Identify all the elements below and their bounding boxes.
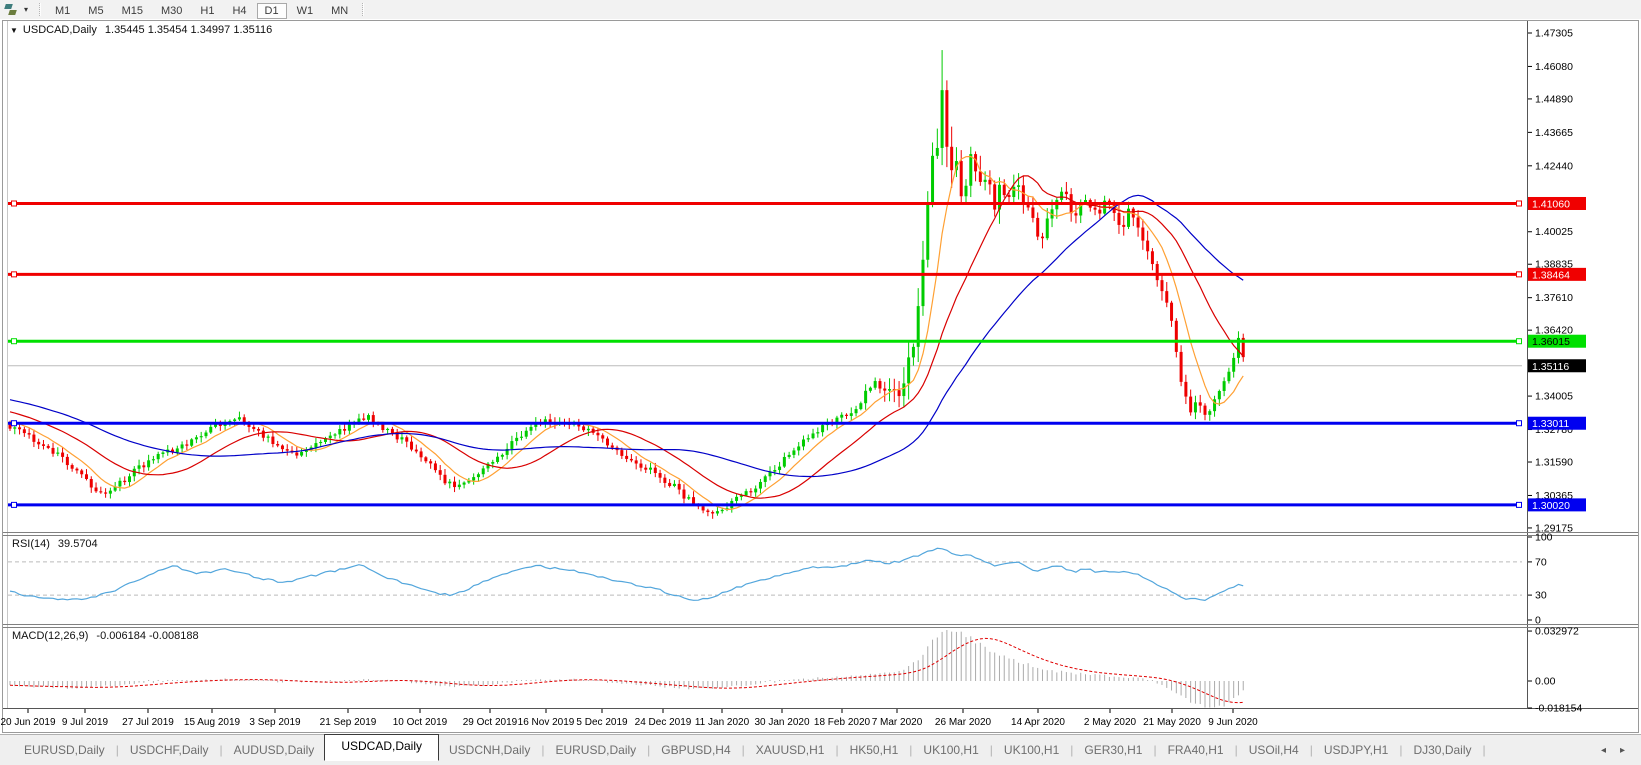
tab-hk50-h1[interactable]: HK50,H1 (840, 741, 909, 759)
tab-separator: | (1070, 743, 1074, 757)
tab-audusd-daily[interactable]: AUDUSD,Daily (224, 741, 325, 759)
chart-window-frame (0, 19, 1641, 734)
chart-tab-bar: EURUSD,Daily | USDCHF,Daily | AUDUSD,Daily US… (0, 733, 1641, 765)
svg-text:1.38464: 1.38464 (1532, 269, 1570, 281)
svg-text:7 Mar 2020: 7 Mar 2020 (872, 717, 923, 728)
tab-scroll-arrows: ◂ ▸ (1601, 745, 1625, 756)
svg-text:20 Jun 2019: 20 Jun 2019 (0, 717, 55, 728)
tab-dj30-daily[interactable]: DJ30,Daily (1403, 741, 1481, 759)
tab-separator: | (115, 743, 119, 757)
svg-text:15 Aug 2019: 15 Aug 2019 (184, 717, 241, 728)
svg-text:1.31590: 1.31590 (1535, 457, 1573, 469)
svg-text:16 Nov 2019: 16 Nov 2019 (518, 717, 575, 728)
tab-separator: | (1153, 743, 1157, 757)
svg-text:1.34005: 1.34005 (1535, 391, 1573, 403)
svg-text:-0.018154: -0.018154 (1535, 703, 1582, 715)
svg-text:5 Dec 2019: 5 Dec 2019 (576, 717, 628, 728)
svg-text:1.30020: 1.30020 (1532, 500, 1570, 512)
chart-tabs: EURUSD,Daily | USDCHF,Daily | AUDUSD,Daily US… (14, 733, 1487, 764)
tab-separator: | (1399, 743, 1403, 757)
svg-text:21 Sep 2019: 21 Sep 2019 (320, 717, 377, 728)
svg-text:30 Jan 2020: 30 Jan 2020 (754, 717, 809, 728)
tab-usdcad-daily[interactable]: USDCAD,Daily (324, 733, 439, 761)
svg-text:0.032972: 0.032972 (1535, 626, 1579, 638)
tab-separator: | (647, 743, 651, 757)
svg-text:30: 30 (1535, 590, 1547, 602)
svg-text:1.35116: 1.35116 (1532, 361, 1569, 373)
svg-text:9 Jun 2020: 9 Jun 2020 (1208, 717, 1258, 728)
svg-text:0.00: 0.00 (1535, 676, 1556, 688)
tab-usoil-h4[interactable]: USOil,H4 (1239, 741, 1309, 759)
tab-eurusd-daily[interactable]: EURUSD,Daily (14, 741, 115, 759)
svg-text:100: 100 (1535, 532, 1553, 544)
tab-separator: | (741, 743, 745, 757)
svg-text:1.44890: 1.44890 (1535, 93, 1573, 105)
tab-scroll-left-icon[interactable]: ◂ (1601, 745, 1606, 756)
tab-usdcnh-daily[interactable]: USDCNH,Daily (439, 741, 540, 759)
tab-scroll-right-icon[interactable]: ▸ (1620, 745, 1625, 756)
tab-separator: | (1482, 743, 1486, 757)
tab-uk100-h1[interactable]: UK100,H1 (913, 741, 988, 759)
tab-uk100-h1[interactable]: UK100,H1 (994, 741, 1069, 759)
svg-text:26 Mar 2020: 26 Mar 2020 (935, 717, 992, 728)
svg-text:27 Jul 2019: 27 Jul 2019 (122, 717, 174, 728)
tab-separator: | (1234, 743, 1238, 757)
svg-text:1.40025: 1.40025 (1535, 226, 1573, 238)
svg-text:70: 70 (1535, 556, 1547, 568)
tab-separator: | (1309, 743, 1313, 757)
svg-text:1.47305: 1.47305 (1535, 28, 1573, 40)
svg-text:1.37610: 1.37610 (1535, 292, 1573, 304)
tab-separator: | (541, 743, 545, 757)
svg-text:21 May 2020: 21 May 2020 (1143, 717, 1201, 728)
svg-text:10 Oct 2019: 10 Oct 2019 (393, 717, 448, 728)
svg-text:14 Apr 2020: 14 Apr 2020 (1011, 717, 1065, 728)
tab-separator: | (909, 743, 913, 757)
tab-ger30-h1[interactable]: GER30,H1 (1074, 741, 1152, 759)
tab-fra40-h1[interactable]: FRA40,H1 (1158, 741, 1234, 759)
svg-text:2 May 2020: 2 May 2020 (1084, 717, 1137, 728)
chart-canvas[interactable]: 1.47305 1.46080 1.44890 1.43665 1.42440 1.400… (0, 0, 1641, 765)
svg-text:1.33011: 1.33011 (1532, 418, 1569, 430)
svg-text:9 Jul 2019: 9 Jul 2019 (62, 717, 109, 728)
svg-text:24 Dec 2019: 24 Dec 2019 (635, 717, 692, 728)
svg-text:3 Sep 2019: 3 Sep 2019 (249, 717, 301, 728)
svg-text:1.36015: 1.36015 (1532, 336, 1570, 348)
tab-xauusd-h1[interactable]: XAUUSD,H1 (746, 741, 835, 759)
tab-usdjpy-h1[interactable]: USDJPY,H1 (1314, 741, 1398, 759)
svg-text:1.41060: 1.41060 (1532, 198, 1570, 210)
tab-separator: | (219, 743, 223, 757)
tab-separator: | (989, 743, 993, 757)
tab-gbpusd-h4[interactable]: GBPUSD,H4 (651, 741, 740, 759)
svg-text:11 Jan 2020: 11 Jan 2020 (695, 717, 750, 728)
tab-usdchf-daily[interactable]: USDCHF,Daily (120, 741, 219, 759)
svg-text:1.43665: 1.43665 (1535, 127, 1573, 139)
svg-text:1.46080: 1.46080 (1535, 61, 1573, 73)
tab-eurusd-daily[interactable]: EURUSD,Daily (545, 741, 646, 759)
svg-text:18 Feb 2020: 18 Feb 2020 (814, 717, 871, 728)
svg-text:29 Oct 2019: 29 Oct 2019 (463, 717, 518, 728)
svg-text:1.42440: 1.42440 (1535, 160, 1573, 172)
tab-separator: | (835, 743, 839, 757)
